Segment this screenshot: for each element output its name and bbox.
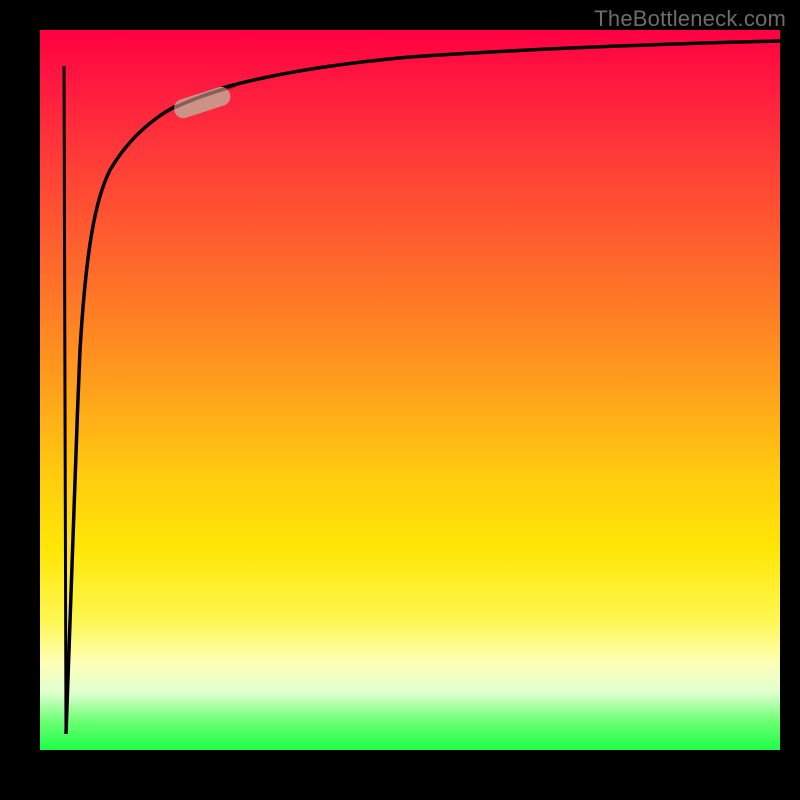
initial-drop-path (64, 66, 66, 734)
curve-layer (40, 30, 780, 750)
attribution-text: TheBottleneck.com (594, 6, 786, 32)
plot-area (40, 30, 780, 750)
x-axis-band (0, 750, 800, 800)
bottleneck-curve-path (66, 41, 780, 734)
chart-container: TheBottleneck.com (0, 0, 800, 800)
y-axis-band (0, 30, 40, 750)
